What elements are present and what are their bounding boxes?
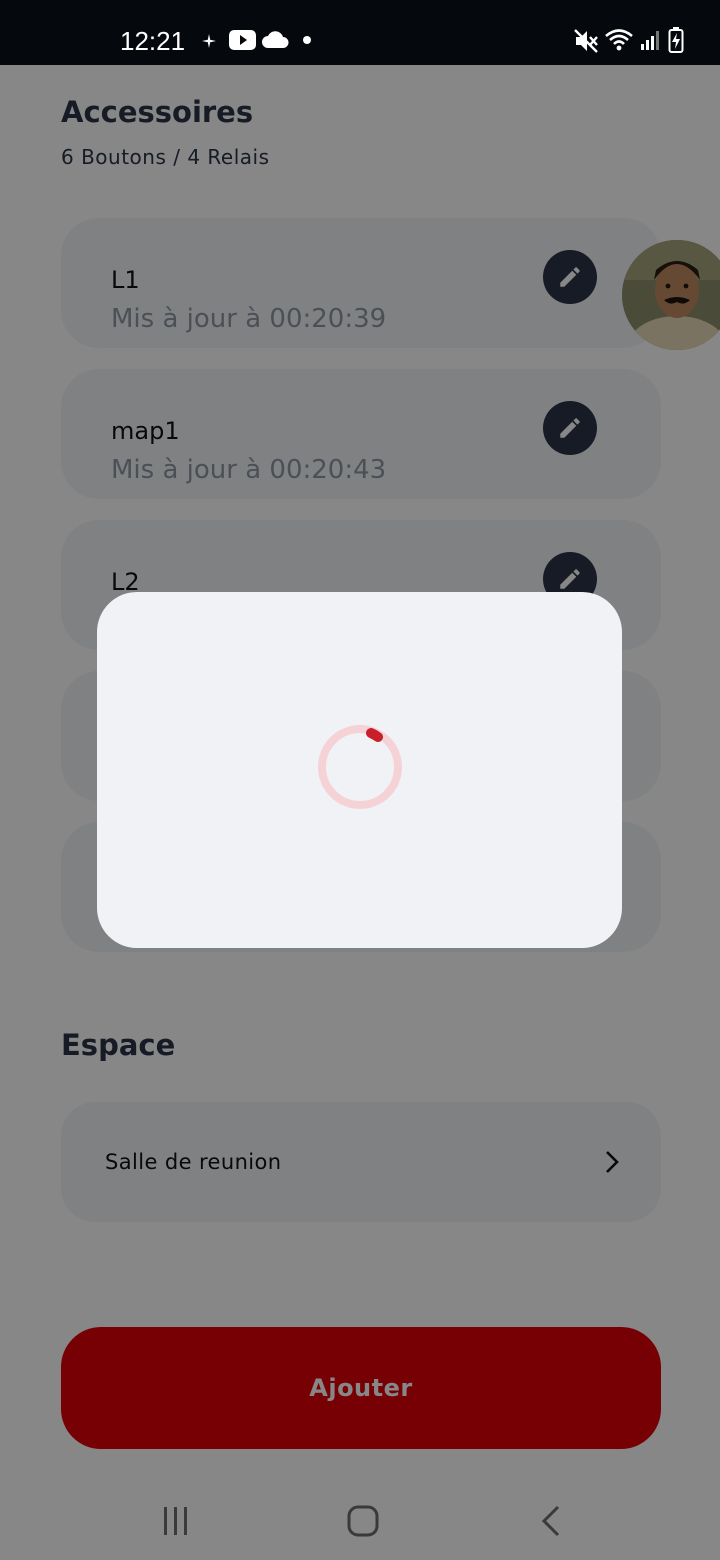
- loading-dialog: [97, 592, 622, 948]
- plus-sparkle-icon: [202, 34, 216, 48]
- loading-spinner: [318, 725, 402, 809]
- wifi-icon: [605, 29, 633, 51]
- status-time: 12:21: [120, 26, 186, 56]
- youtube-icon: [229, 30, 256, 50]
- cloud-icon: [262, 31, 289, 48]
- status-bar: 12:21: [0, 0, 720, 65]
- signal-icon: [641, 31, 659, 50]
- mute-icon: [574, 29, 598, 53]
- dot-icon: [303, 36, 311, 44]
- navigation-bar: [0, 1495, 720, 1560]
- recent-apps-icon[interactable]: [160, 1505, 192, 1537]
- back-icon[interactable]: [538, 1503, 564, 1539]
- home-icon[interactable]: [345, 1503, 381, 1539]
- battery-charging-icon: [668, 27, 684, 53]
- spinner-track: [318, 725, 402, 809]
- spinner-arc: [366, 728, 383, 742]
